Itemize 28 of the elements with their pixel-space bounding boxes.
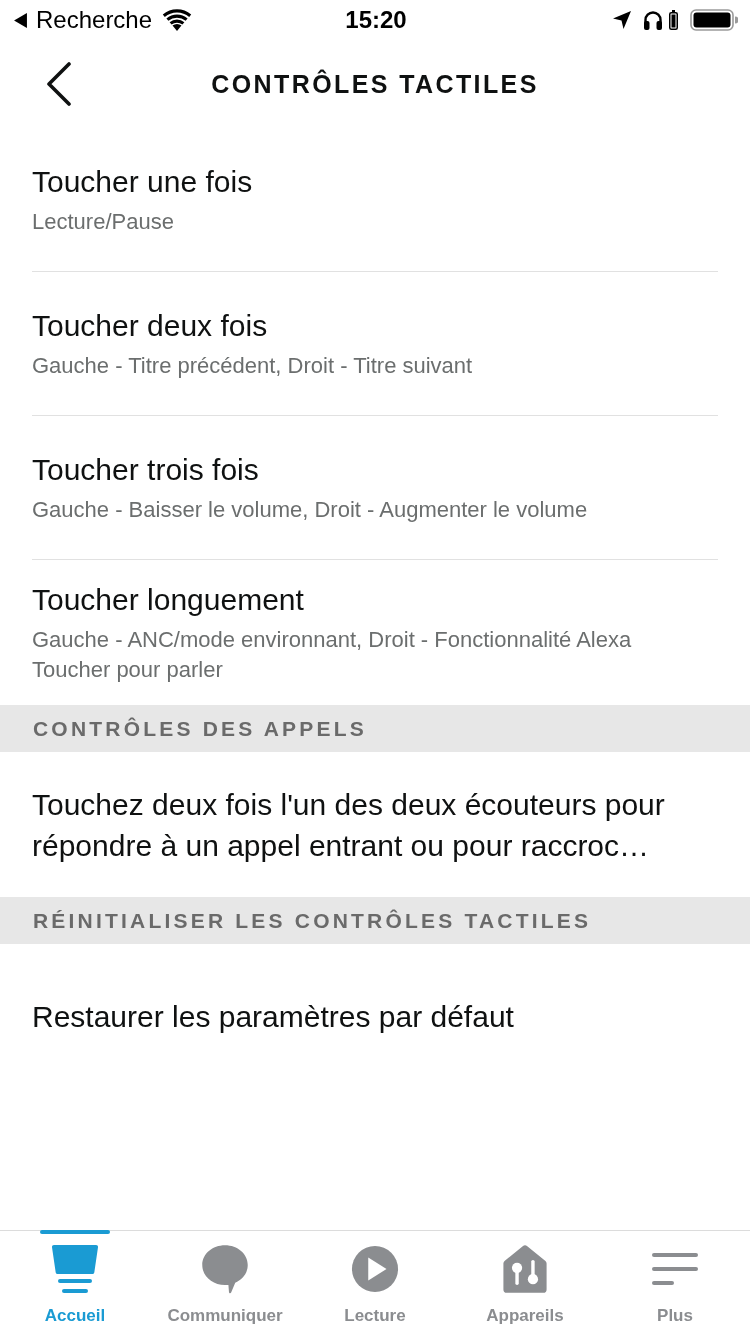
restore-defaults-button[interactable]: Restaurer les paramètres par défaut [32,996,514,1037]
headphones-icon [643,10,663,30]
back-to-app-button[interactable]: Recherche [14,6,153,34]
speech-bubble-icon [201,1244,249,1294]
setting-title[interactable]: Toucher longuement [32,580,304,620]
setting-value: Gauche - Baisser le volume, Droit - Augmenter le volume [32,496,589,524]
battery-icon [690,9,738,31]
back-button[interactable] [46,62,72,106]
page-title: CONTRÔLES TACTILES [211,69,539,99]
call-controls-description: Touchez deux fois l'un des deux écouteurs pour répondre à un appel entrant ou pour raccroc… [32,786,666,864]
section-header: RÉINITIALISER LES CONTRÔLES TACTILES [0,897,750,944]
house-sliders-icon [501,1244,549,1294]
back-triangle-icon [14,12,27,28]
status-time: 15:20 [345,6,407,34]
menu-icon [652,1253,698,1285]
play-icon [351,1244,399,1294]
setting-value: Gauche - Titre précédent, Droit - Titre suivant [32,352,474,380]
setting-title[interactable]: Toucher deux fois [32,306,268,346]
small-battery-icon [669,10,678,30]
location-arrow-icon [613,11,631,29]
setting-title[interactable]: Toucher une fois [32,162,253,202]
setting-value: Gauche - ANC/mode environnant, Droit - Fonctionnalité Alexa Toucher pour parler [32,626,633,684]
setting-title[interactable]: Toucher trois fois [32,450,259,490]
chevron-left-icon [46,62,72,106]
echo-device-icon [51,1244,99,1294]
setting-value: Lecture/Pause [32,208,175,236]
wifi-icon [162,9,193,31]
section-header: CONTRÔLES DES APPELS [0,705,750,752]
